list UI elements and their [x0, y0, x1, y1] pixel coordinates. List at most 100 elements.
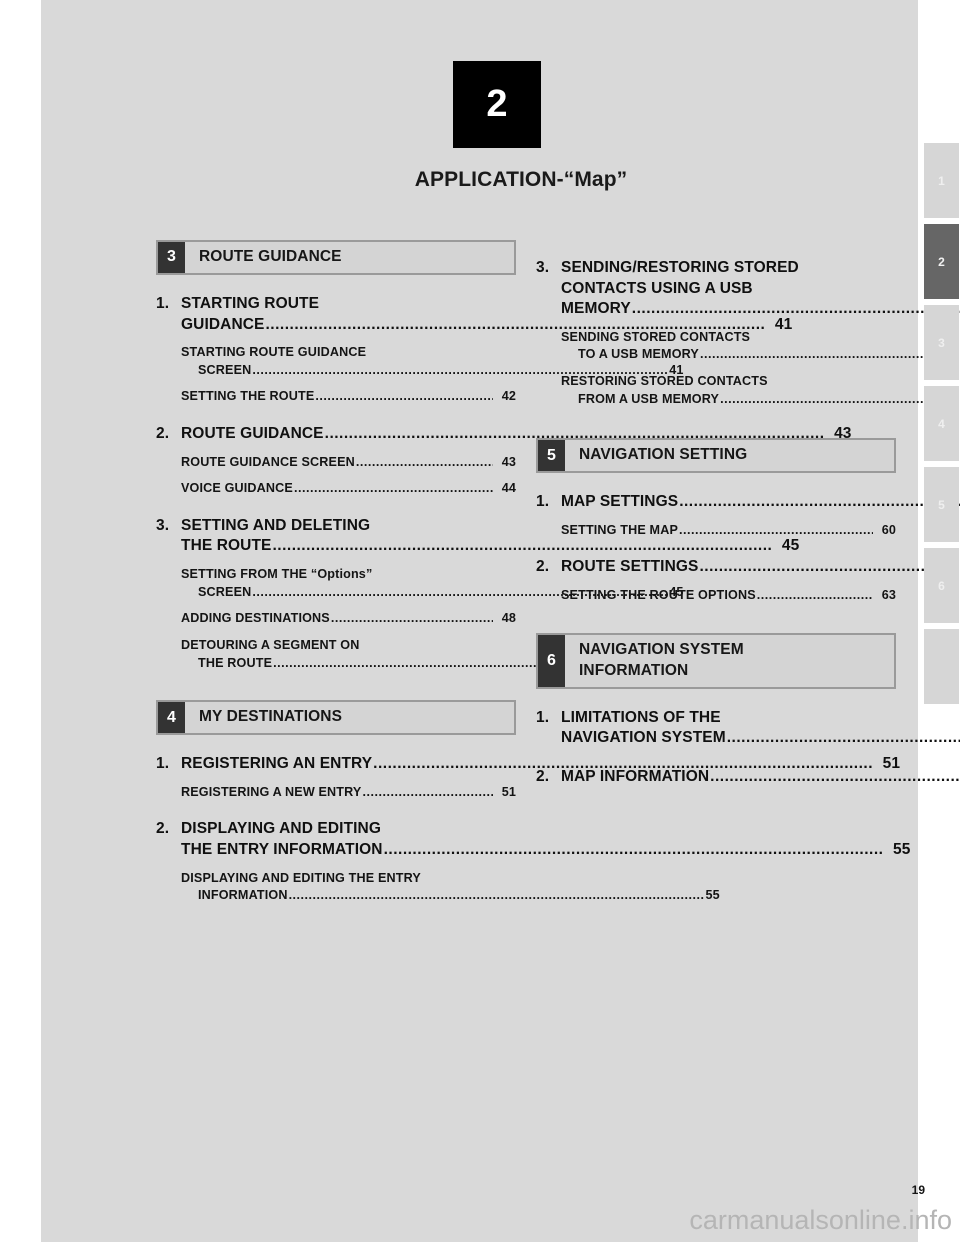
- toc-page-number: 55: [893, 840, 911, 858]
- toc-entry-number: 1.: [156, 755, 170, 773]
- toc-entry-text: SETTING THE MAP: [561, 522, 678, 537]
- toc-entry-level2[interactable]: SENDING STORED CONTACTS TO A USB MEMORY57: [536, 329, 960, 364]
- toc-entry-level2[interactable]: SETTING FROM THE “Options” SCREEN45: [156, 566, 683, 601]
- toc-leader-row: SETTING THE MAP 60: [561, 522, 896, 540]
- section-title: NAVIGATION SYSTEM INFORMATION: [565, 635, 894, 687]
- page-number: 19: [911, 1183, 925, 1197]
- toc-entry-line: RESTORING STORED CONTACTS: [561, 374, 768, 389]
- section-header-6[interactable]: 6 NAVIGATION SYSTEM INFORMATION: [536, 632, 896, 689]
- section-title: MY DESTINATIONS: [185, 702, 514, 733]
- toc-leader-row: ROUTE GUIDANCE SCREEN 43: [181, 454, 516, 472]
- toc-entry-line: DISPLAYING AND EDITING: [181, 820, 381, 838]
- leader-dots: [315, 388, 493, 406]
- toc-entry-level2[interactable]: VOICE GUIDANCE 44: [156, 480, 516, 498]
- toc-entry-level2[interactable]: RESTORING STORED CONTACTS FROM A USB MEMO…: [536, 373, 960, 408]
- toc-leader-row: ROUTE SETTINGS63: [561, 557, 960, 578]
- toc-page-number: 60: [881, 522, 896, 537]
- toc-page-number: 48: [501, 611, 516, 626]
- chapter-tab-3[interactable]: 3: [924, 302, 959, 383]
- page-sheet: 2 APPLICATION-“Map” 3 ROUTE GUIDANCE 1. STA…: [41, 0, 960, 1242]
- watermark: carmanualsonline.info: [689, 1205, 952, 1235]
- toc-entry-line: STARTING ROUTE GUIDANCE: [181, 345, 367, 360]
- toc-entry-number: 1.: [536, 708, 550, 726]
- chapter-tab-1[interactable]: 1: [924, 140, 959, 221]
- toc-entry-number: 1.: [156, 294, 170, 312]
- toc-entry-level2[interactable]: REGISTERING A NEW ENTRY 51: [156, 784, 516, 802]
- toc-entry-line: DISPLAYING AND EDITING THE ENTRY: [181, 870, 421, 885]
- toc-leader-row: VOICE GUIDANCE 44: [181, 480, 516, 498]
- chapter-tab-strip[interactable]: 123456: [924, 140, 959, 707]
- leader-dots: [727, 728, 960, 749]
- section-number-badge: 6: [538, 634, 565, 687]
- toc-entry-level1[interactable]: 2.ROUTE SETTINGS63: [536, 557, 896, 578]
- section-title-line: ROUTE GUIDANCE: [199, 248, 342, 265]
- toc-entry-level1[interactable]: 1.STARTING ROUTEGUIDANCE41: [156, 294, 792, 335]
- toc-leader-row: ADDING DESTINATIONS 48: [181, 610, 516, 628]
- toc-entry-level1[interactable]: 2.ROUTE GUIDANCE43: [156, 424, 851, 445]
- section-title-line: INFORMATION: [579, 661, 689, 679]
- toc-entry-body: LIMITATIONS OF THE NAVIGATION SYSTEM65: [561, 708, 960, 749]
- toc-column-left: 3 ROUTE GUIDANCE 1.STARTING ROUTEGUIDANCE4…: [156, 240, 910, 907]
- toc-entry-text: ROUTE GUIDANCE: [181, 425, 324, 443]
- section-header-3[interactable]: 3 ROUTE GUIDANCE: [156, 240, 516, 275]
- toc-entry-text: ROUTE GUIDANCE SCREEN: [181, 454, 355, 469]
- leader-dots: [331, 610, 493, 628]
- section-title-line: NAVIGATION SYSTEM: [579, 640, 744, 658]
- chapter-tab-blank[interactable]: [924, 626, 959, 707]
- toc-entry-level2[interactable]: STARTING ROUTE GUIDANCE SCREEN41: [156, 344, 683, 379]
- toc-leader-row: MAP SETTINGS60: [561, 492, 960, 513]
- toc-entry-text: SCREEN: [198, 584, 252, 599]
- section-title-line: MY DESTINATIONS: [199, 708, 343, 726]
- toc-leader-row: INFORMATION 55: [181, 887, 720, 905]
- toc-entry-level1[interactable]: 3.SETTING AND DELETINGTHE ROUTE45: [156, 516, 799, 557]
- toc-entry-level2[interactable]: ADDING DESTINATIONS 48: [156, 610, 516, 628]
- leader-dots: [700, 347, 960, 361]
- section-header-4[interactable]: 4 MY DESTINATIONS: [156, 700, 516, 736]
- leader-dots: [362, 784, 493, 802]
- toc-entry-body: MAP SETTINGS60: [561, 492, 960, 513]
- toc-entry-text: REGISTERING A NEW ENTRY: [181, 784, 362, 799]
- toc-entry-text: FROM A USB MEMORY: [578, 391, 720, 406]
- toc-entry-line: SENDING/RESTORING STORED: [561, 259, 799, 276]
- chapter-tab-6[interactable]: 6: [924, 545, 959, 626]
- toc-entry-level1[interactable]: 2.MAP INFORMATION67: [536, 767, 896, 788]
- toc-entry-text: THE ROUTE: [198, 655, 273, 670]
- toc-entry-level2[interactable]: SETTING THE ROUTE 42: [156, 388, 516, 406]
- toc-page-number: 63: [881, 588, 896, 603]
- chapter-tab-2[interactable]: 2: [924, 221, 959, 302]
- toc-page-number: 42: [501, 389, 516, 404]
- toc-entry-body: MAP INFORMATION67: [561, 767, 960, 788]
- toc-page-number: 44: [501, 481, 516, 496]
- toc-entry-text: TO A USB MEMORY: [578, 347, 699, 362]
- leader-dots: [699, 557, 960, 578]
- toc-entry-number: 2.: [536, 767, 550, 785]
- toc-entry-level2[interactable]: SETTING THE ROUTE OPTIONS 63: [536, 587, 896, 605]
- toc-entry-level1[interactable]: 2. DISPLAYING AND EDITING THE ENTRY INFORM…: [156, 819, 910, 860]
- section-number-badge: 5: [538, 440, 565, 472]
- toc-entry-line: DETOURING A SEGMENT ON: [181, 637, 360, 652]
- chapter-tab-5[interactable]: 5: [924, 464, 959, 545]
- toc-entry-level1[interactable]: 1.MAP SETTINGS60: [536, 492, 896, 513]
- toc-entry-level2[interactable]: ROUTE GUIDANCE SCREEN 43: [156, 454, 516, 472]
- section-header-5[interactable]: 5 NAVIGATION SETTING: [536, 438, 896, 474]
- toc-entry-number: 2.: [156, 425, 170, 443]
- toc-leader-row: REGISTERING A NEW ENTRY 51: [181, 784, 516, 802]
- section-title: NAVIGATION SETTING: [565, 440, 894, 471]
- toc-entry-level2[interactable]: DISPLAYING AND EDITING THE ENTRY INFORMAT…: [156, 870, 720, 905]
- leader-dots: [289, 888, 705, 902]
- chapter-tab-4[interactable]: 4: [924, 383, 959, 464]
- toc-entry-text: SETTING THE ROUTE: [181, 389, 315, 404]
- toc-entry-body: ROUTE SETTINGS63: [561, 557, 960, 578]
- toc-entry-level1[interactable]: 1.LIMITATIONS OF THENAVIGATION SYSTEM65: [536, 708, 896, 749]
- toc-entry-level1[interactable]: 3. SENDING/RESTORING STORED CONTACTS USING…: [536, 258, 896, 320]
- toc-entry-level2[interactable]: SETTING THE MAP 60: [536, 522, 896, 540]
- toc-entry-text: NAVIGATION SYSTEM: [561, 729, 726, 747]
- leader-dots: [356, 454, 493, 472]
- toc-entry-level2[interactable]: DETOURING A SEGMENT ON THE ROUTE50: [156, 637, 704, 672]
- toc-entry-text: THE ENTRY INFORMATION: [181, 840, 383, 858]
- toc-entry-text: SCREEN: [198, 362, 252, 377]
- toc-entry-line: CONTACTS USING A USB: [561, 279, 753, 297]
- toc-entry-level1[interactable]: 1.REGISTERING AN ENTRY51: [156, 754, 900, 775]
